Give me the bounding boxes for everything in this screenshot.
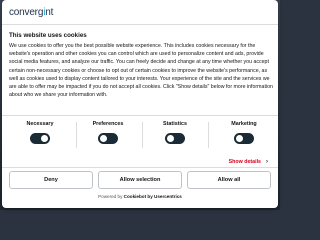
toggle-knob <box>167 135 174 142</box>
marketing-toggle[interactable] <box>234 133 254 144</box>
convergint-logo: convergint <box>9 6 54 18</box>
dialog-body-text: We use cookies to offer you the best pos… <box>9 43 273 99</box>
toggle-group-marketing: Marketing <box>214 120 274 149</box>
necessary-toggle[interactable] <box>30 133 50 144</box>
cookie-consent-dialog: convergint This website uses cookies We … <box>2 0 278 208</box>
toggle-knob <box>236 135 243 142</box>
toggle-label-statistics: Statistics <box>163 121 187 127</box>
divider <box>2 167 278 168</box>
powered-by-footer: Powered by Cookiebot by Usercentrics <box>2 194 278 199</box>
allow-selection-button[interactable]: Allow selection <box>98 171 182 189</box>
show-details-link[interactable]: Show details › <box>229 159 268 165</box>
toggle-knob <box>41 135 48 142</box>
toggle-label-necessary: Necessary <box>26 121 54 127</box>
toggle-group-preferences: Preferences <box>78 120 138 149</box>
toggle-group-statistics: Statistics <box>145 120 205 149</box>
toggle-label-marketing: Marketing <box>231 121 257 127</box>
consent-buttons: Deny Allow selection Allow all <box>9 171 271 189</box>
dialog-header: convergint <box>2 0 278 25</box>
toggle-knob <box>100 135 107 142</box>
divider <box>2 115 278 116</box>
chevron-right-icon: › <box>266 159 268 165</box>
cookiebot-link[interactable]: Cookiebot by Usercentrics <box>124 194 182 199</box>
toggle-separator <box>76 122 77 148</box>
toggle-separator <box>142 122 143 148</box>
statistics-toggle[interactable] <box>165 133 185 144</box>
preferences-toggle[interactable] <box>98 133 118 144</box>
toggle-separator <box>208 122 209 148</box>
consent-toggles: Necessary Preferences Statistics Marketi… <box>2 120 278 150</box>
toggle-label-preferences: Preferences <box>92 121 124 127</box>
deny-button[interactable]: Deny <box>9 171 93 189</box>
footer-prefix: Powered by <box>98 194 124 199</box>
show-details-label: Show details <box>228 159 261 165</box>
toggle-group-necessary: Necessary <box>10 120 70 149</box>
allow-all-button[interactable]: Allow all <box>187 171 271 189</box>
dialog-title: This website uses cookies <box>9 32 87 39</box>
